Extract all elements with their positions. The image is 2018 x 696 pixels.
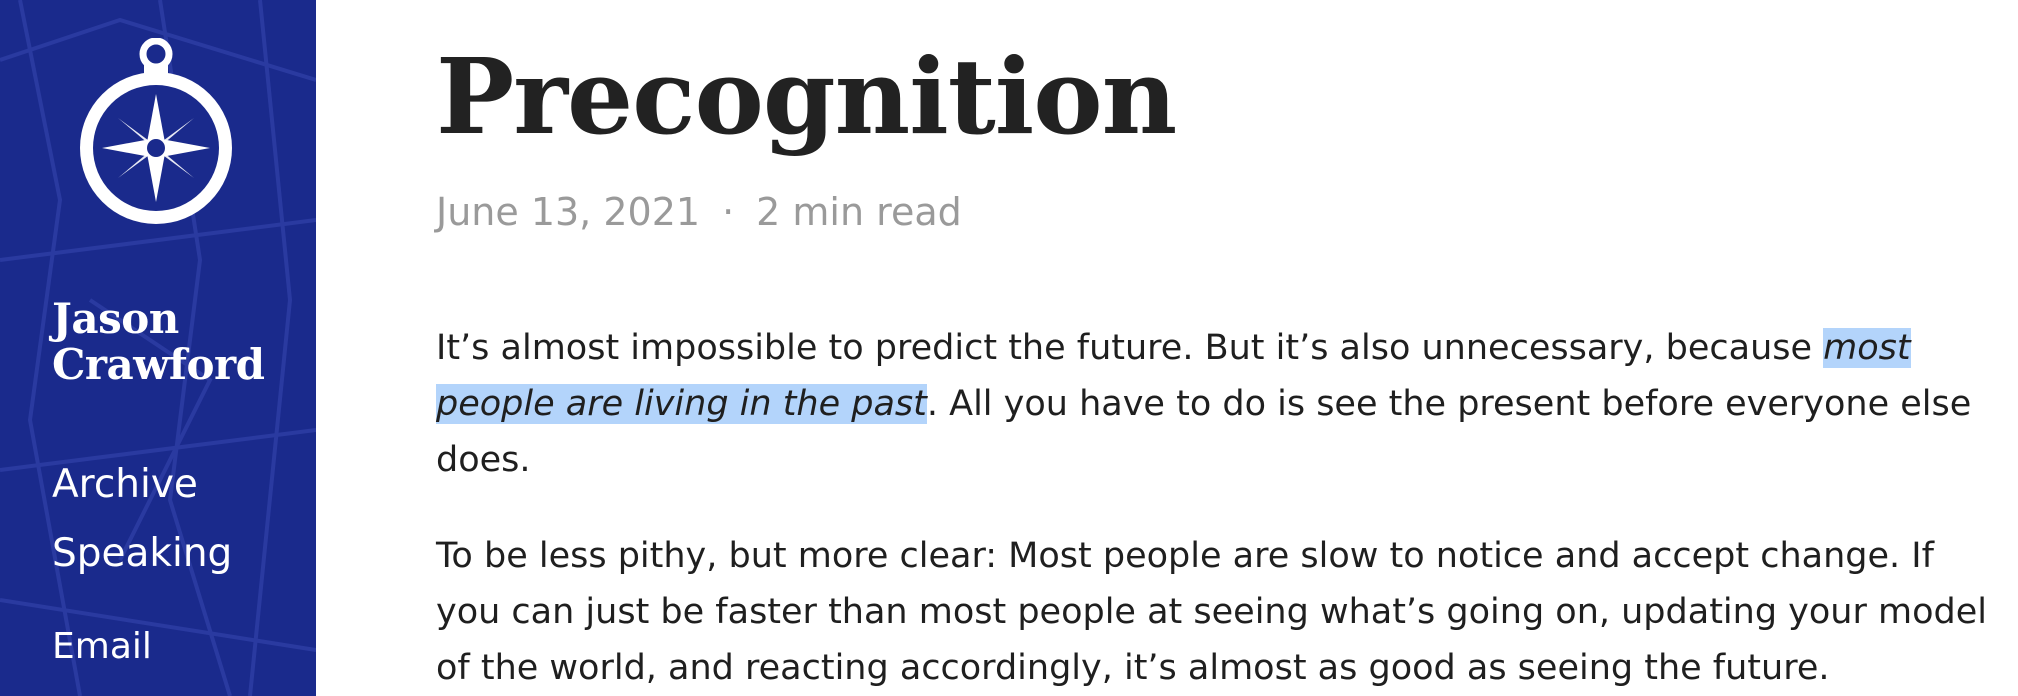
meta-separator: ·	[722, 190, 735, 234]
post-date: June 13, 2021	[436, 190, 701, 234]
author-name[interactable]: Jason Crawford	[52, 296, 302, 388]
sidebar-item-archive[interactable]: Archive	[52, 462, 198, 507]
post-meta: June 13, 2021 · 2 min read	[436, 186, 962, 238]
post-title: Precognition	[436, 35, 1177, 158]
sidebar-item-speaking[interactable]: Speaking	[52, 531, 232, 576]
page: Jason Crawford Archive Speaking Email Pr…	[0, 0, 2018, 696]
paragraph-2: To be less pithy, but more clear: Most p…	[436, 536, 1987, 688]
post-content: Precognition June 13, 2021 · 2 min read It…	[436, 0, 1996, 696]
paragraph-1-before: It’s almost impossible to predict the fu…	[436, 328, 1824, 368]
read-time: 2 min read	[756, 190, 962, 234]
paragraph-1: It’s almost impossible to predict the fu…	[436, 320, 1996, 488]
compass-icon[interactable]	[72, 38, 240, 228]
sidebar-item-email[interactable]: Email	[52, 626, 152, 667]
sidebar: Jason Crawford Archive Speaking Email	[0, 0, 316, 696]
